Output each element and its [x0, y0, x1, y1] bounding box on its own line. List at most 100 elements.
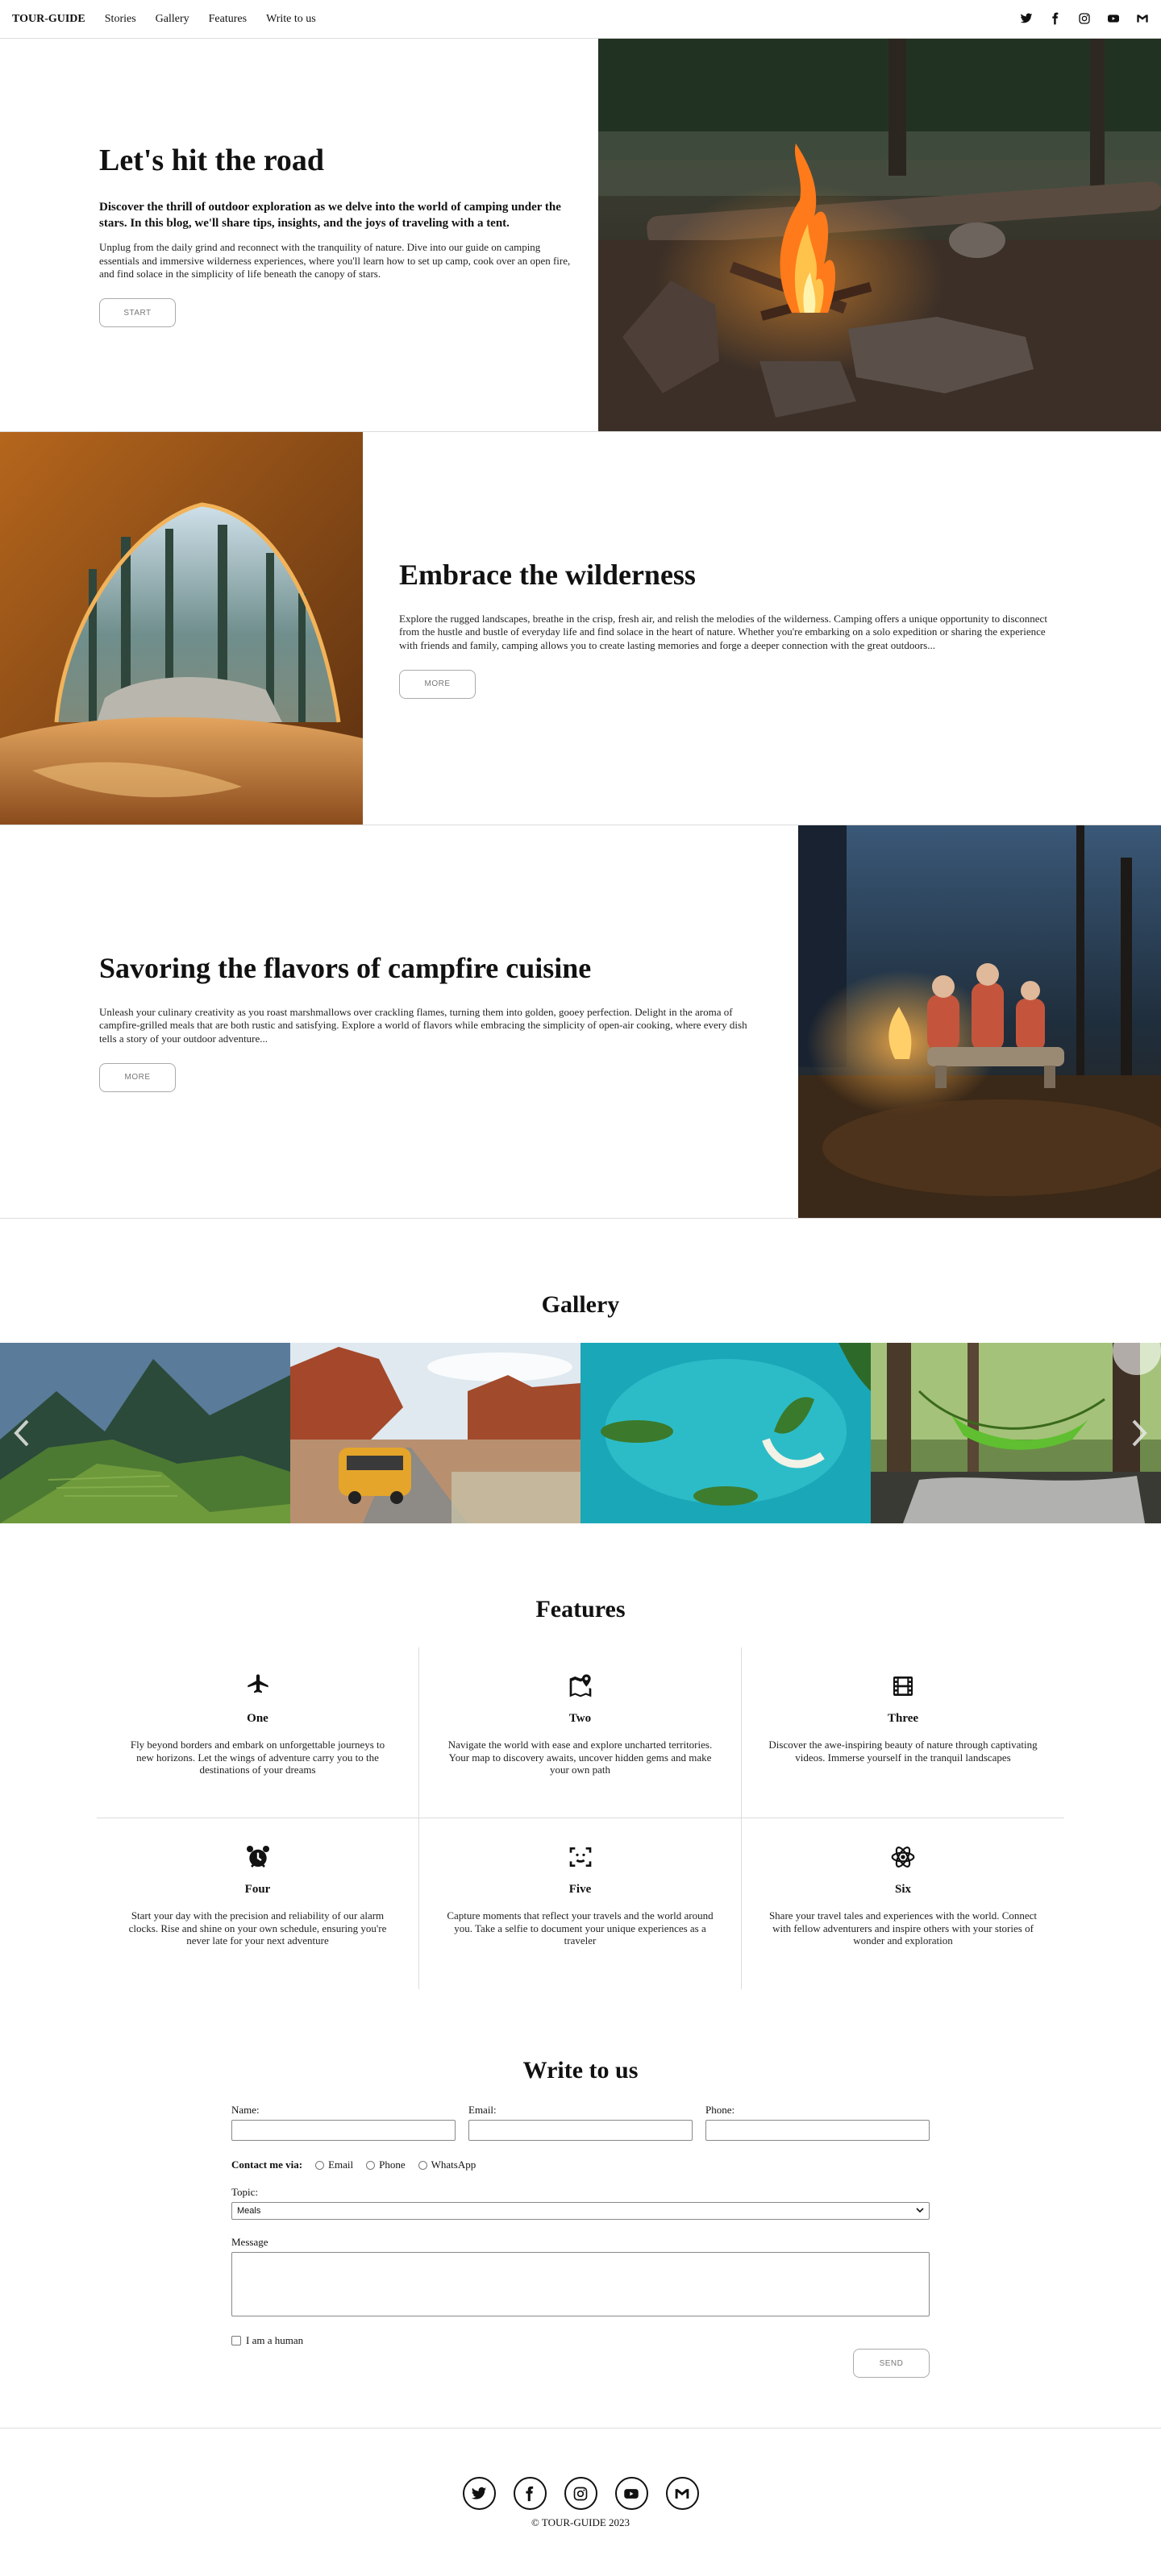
turquoise-lagoon-photo[interactable] — [580, 1343, 871, 1523]
message-label: Message — [231, 2236, 268, 2248]
feature-title: One — [247, 1712, 268, 1725]
topic-select[interactable]: Meals — [231, 2202, 930, 2220]
contact-title: Write to us — [522, 2057, 639, 2084]
wilderness-text: Embrace the wilderness Explore the rugge… — [363, 432, 1161, 825]
chevron-left-icon[interactable] — [10, 1417, 34, 1449]
wilderness-title: Embrace the wilderness — [399, 559, 696, 592]
gallery-title: Gallery — [541, 1291, 620, 1318]
start-button[interactable]: START — [99, 298, 176, 328]
wilderness-description: Explore the rugged landscapes, breathe i… — [399, 613, 1047, 651]
cuisine-description: Unleash your culinary creativity as you … — [99, 1006, 747, 1045]
nav-link-gallery[interactable]: Gallery — [156, 13, 189, 26]
facebook-icon[interactable] — [1048, 11, 1063, 26]
map-pin-icon — [566, 1672, 595, 1701]
features-section: Features One Fly beyond borders and emba… — [0, 1523, 1161, 1989]
desert-van-photo[interactable] — [290, 1343, 580, 1523]
feature-title: Six — [894, 1883, 911, 1896]
wilderness-more-button[interactable]: MORE — [399, 669, 476, 699]
features-title: Features — [535, 1596, 626, 1622]
radio-label: Email — [328, 2158, 354, 2171]
feature-description: Discover the awe-inspiring beauty of nat… — [768, 1739, 1038, 1764]
youtube-icon[interactable] — [614, 2477, 648, 2510]
twitter-icon[interactable] — [1019, 11, 1034, 26]
wilderness-section: Embrace the wilderness Explore the rugge… — [0, 432, 1161, 825]
feature-title: Five — [568, 1883, 592, 1896]
brand-logo[interactable]: TOUR-GUIDE — [12, 13, 85, 26]
tent-view-photo — [0, 432, 363, 825]
cuisine-title: Savoring the flavors of campfire cuisine — [99, 952, 592, 985]
chevron-right-icon[interactable] — [1127, 1417, 1151, 1449]
hero-title: Let's hit the road — [99, 143, 325, 177]
feature-card: Five Capture moments that reflect your t… — [419, 1818, 742, 1989]
phone-label: Phone: — [705, 2104, 735, 2116]
twitter-icon[interactable] — [462, 2477, 496, 2510]
feature-description: Navigate the world with ease and explore… — [447, 1739, 713, 1776]
feature-title: Three — [887, 1712, 919, 1725]
gallery-section: Gallery — [0, 1219, 1161, 1523]
hero-description: Unplug from the daily grind and reconnec… — [99, 241, 571, 280]
film-icon — [888, 1672, 918, 1701]
face-scan-icon — [566, 1843, 595, 1872]
send-button[interactable]: SEND — [853, 2349, 930, 2378]
feature-card: Three Discover the awe-inspiring beauty … — [742, 1647, 1064, 1818]
features-grid: One Fly beyond borders and embark on unf… — [97, 1647, 1064, 1989]
feature-title: Two — [568, 1712, 592, 1725]
radio-email[interactable]: Email — [315, 2158, 353, 2171]
name-label: Name: — [231, 2104, 260, 2116]
campfire-group-photo — [798, 825, 1161, 1218]
nav-link-stories[interactable]: Stories — [105, 13, 136, 26]
email-label: Email: — [468, 2104, 497, 2116]
phone-field[interactable] — [705, 2120, 930, 2141]
contact-via-label: Contact me via: — [231, 2158, 303, 2171]
contact-section: Write to us Name: Email: Phone: Contact … — [0, 1989, 1161, 2378]
hero-text: Let's hit the road Discover the thrill o… — [0, 39, 598, 431]
campfire-photo — [598, 39, 1161, 431]
atom-icon — [888, 1843, 918, 1872]
name-field[interactable] — [231, 2120, 456, 2141]
cuisine-text: Savoring the flavors of campfire cuisine… — [0, 825, 798, 1218]
feature-title: Four — [244, 1883, 271, 1896]
forest-hammock-photo[interactable] — [871, 1343, 1161, 1523]
contact-form: Name: Email: Phone: Contact me via: Emai… — [231, 2104, 930, 2378]
topic-selected-value: Meals — [237, 2206, 261, 2216]
message-field[interactable] — [231, 2252, 930, 2316]
hero-section: Let's hit the road Discover the thrill o… — [0, 39, 1161, 432]
cuisine-section: Savoring the flavors of campfire cuisine… — [0, 825, 1161, 1219]
machu-picchu-photo[interactable] — [0, 1343, 290, 1523]
top-nav: TOUR-GUIDE Stories Gallery Features Writ… — [0, 0, 1161, 39]
radio-label: Phone — [379, 2158, 406, 2171]
gmail-icon[interactable] — [665, 2477, 699, 2510]
instagram-icon[interactable] — [1077, 11, 1092, 26]
hero-lead: Discover the thrill of outdoor explorati… — [99, 200, 561, 231]
gallery-carousel[interactable] — [0, 1343, 1161, 1523]
youtube-icon[interactable] — [1106, 11, 1121, 26]
human-check[interactable]: I am a human — [231, 2334, 930, 2347]
nav-social-links — [1019, 11, 1150, 26]
radio-phone[interactable]: Phone — [366, 2158, 406, 2171]
nav-links: Stories Gallery Features Write to us — [105, 13, 316, 26]
feature-card: Two Navigate the world with ease and exp… — [419, 1647, 742, 1818]
radio-whatsapp[interactable]: WhatsApp — [418, 2158, 476, 2171]
human-checkbox[interactable] — [231, 2336, 241, 2345]
feature-description: Start your day with the precision and re… — [128, 1909, 387, 1947]
radio-circle[interactable] — [366, 2160, 376, 2170]
cuisine-more-button[interactable]: MORE — [99, 1062, 176, 1092]
contact-method-group: Contact me via: Email Phone WhatsApp — [231, 2158, 930, 2171]
feature-description: Fly beyond borders and embark on unforge… — [130, 1739, 385, 1776]
human-label: I am a human — [246, 2334, 304, 2346]
chevron-down-icon — [916, 2206, 924, 2216]
nav-link-features[interactable]: Features — [209, 13, 247, 26]
nav-link-write-to-us[interactable]: Write to us — [266, 13, 316, 26]
gmail-icon[interactable] — [1135, 11, 1150, 26]
feature-description: Share your travel tales and experiences … — [768, 1909, 1038, 1947]
email-field[interactable] — [468, 2120, 693, 2141]
copyright-text: © TOUR-GUIDE 2023 — [531, 2516, 630, 2528]
instagram-icon[interactable] — [564, 2477, 597, 2510]
radio-circle[interactable] — [418, 2160, 427, 2170]
feature-card: Four Start your day with the precision a… — [97, 1818, 419, 1989]
radio-circle[interactable] — [315, 2160, 325, 2170]
facebook-icon[interactable] — [513, 2477, 547, 2510]
radio-label: WhatsApp — [431, 2158, 476, 2171]
feature-description: Capture moments that reflect your travel… — [447, 1909, 714, 1947]
airplane-icon — [243, 1672, 273, 1701]
